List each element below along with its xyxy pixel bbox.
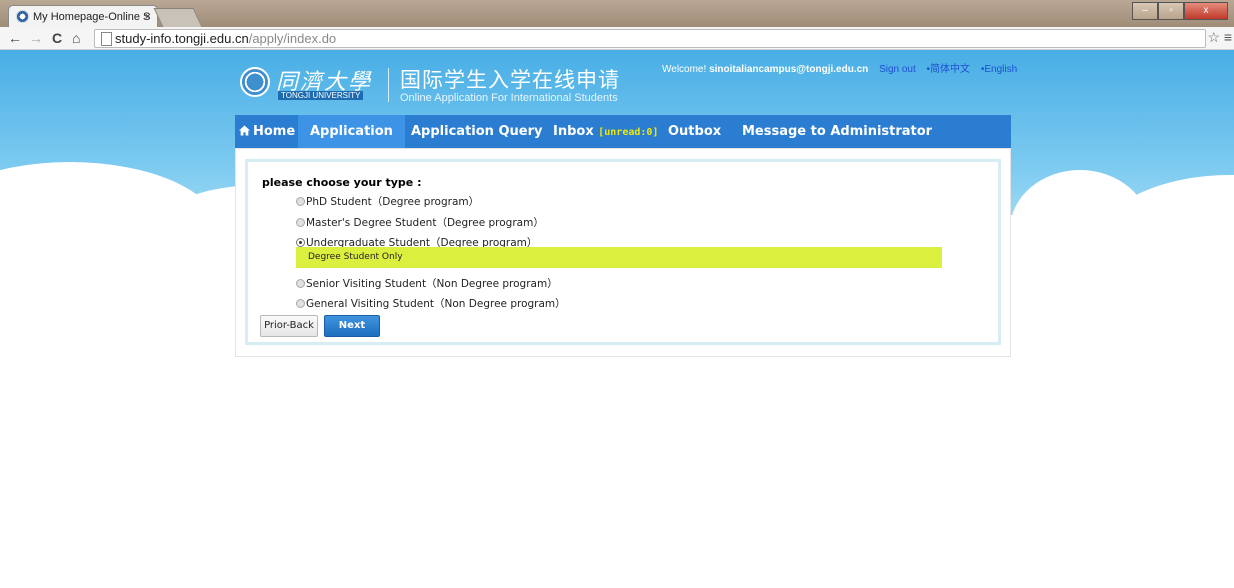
radio-senior-visiting[interactable] bbox=[296, 278, 305, 288]
site-title-english: Online Application For International Stu… bbox=[400, 92, 618, 104]
logo-english: TONGJI UNIVERSITY bbox=[278, 91, 364, 100]
tongji-favicon-icon bbox=[16, 10, 29, 23]
welcome-text: Welcome! bbox=[662, 64, 707, 75]
user-email: sinoitaliancampus@tongji.edu.cn bbox=[709, 64, 869, 75]
nav-application[interactable]: Application bbox=[298, 115, 405, 148]
radio-undergraduate[interactable] bbox=[296, 237, 305, 247]
option-general-visiting-label: General Visiting Student（Non Degree prog… bbox=[306, 298, 566, 310]
bookmark-star-icon[interactable]: ☆ bbox=[1207, 29, 1220, 46]
browser-tab[interactable]: My Homepage-Online S × bbox=[8, 5, 158, 27]
nav-message-admin[interactable]: Message to Administrator bbox=[742, 115, 932, 148]
nav-home-label: Home bbox=[253, 124, 296, 139]
page-content: 同濟大學 TONGJI UNIVERSITY 国际学生入学在线申请 Online… bbox=[0, 50, 1234, 588]
maximize-button[interactable]: ▫ bbox=[1158, 2, 1184, 20]
option-master[interactable]: Master's Degree Student（Degree program） bbox=[296, 214, 544, 232]
minimize-button[interactable]: – bbox=[1132, 2, 1158, 20]
university-seal-icon bbox=[240, 67, 270, 97]
nav-outbox[interactable]: Outbox bbox=[668, 115, 721, 148]
tab-title: My Homepage-Online S bbox=[33, 11, 151, 23]
forward-arrow-icon[interactable]: → bbox=[29, 29, 43, 47]
radio-phd[interactable] bbox=[296, 196, 305, 206]
nav-inbox[interactable]: Inbox [unread:0] bbox=[553, 115, 658, 148]
address-bar[interactable]: study-info.tongji.edu.cn/apply/index.do bbox=[94, 29, 1206, 48]
option-phd[interactable]: PhD Student（Degree program） bbox=[296, 193, 479, 211]
new-tab-button[interactable] bbox=[153, 8, 203, 27]
unread-count: [unread:0] bbox=[598, 127, 659, 138]
url-path: /apply/index.do bbox=[248, 31, 337, 46]
nav-application-query[interactable]: Application Query bbox=[411, 115, 542, 148]
nav-home[interactable]: Home bbox=[239, 115, 295, 148]
lang-english-link[interactable]: •English bbox=[981, 64, 1017, 75]
option-phd-label: PhD Student（Degree program） bbox=[306, 196, 480, 208]
radio-master[interactable] bbox=[296, 217, 305, 227]
radio-general-visiting[interactable] bbox=[296, 298, 305, 308]
application-panel: please choose your type : PhD Student（De… bbox=[235, 148, 1011, 357]
lang-chinese-link[interactable]: •简体中文 bbox=[927, 64, 971, 75]
window-controls: – ▫ x bbox=[1132, 2, 1228, 20]
browser-menu-icon[interactable]: ≡ bbox=[1224, 29, 1232, 45]
option-senior-visiting[interactable]: Senior Visiting Student（Non Degree progr… bbox=[296, 275, 558, 293]
next-button[interactable]: Next bbox=[324, 315, 380, 337]
url-host: study-info.tongji.edu.cn bbox=[115, 31, 249, 46]
reload-icon[interactable]: C bbox=[52, 29, 62, 47]
option-senior-visiting-label: Senior Visiting Student（Non Degree progr… bbox=[306, 278, 558, 290]
close-window-button[interactable]: x bbox=[1184, 2, 1228, 20]
url-text: study-info.tongji.edu.cn/apply/index.do bbox=[115, 30, 336, 47]
question-label: please choose your type : bbox=[262, 176, 422, 189]
back-arrow-icon[interactable]: ← bbox=[8, 29, 22, 47]
site-title-chinese: 国际学生入学在线申请 bbox=[400, 69, 620, 92]
degree-hint: Degree Student Only bbox=[296, 247, 942, 268]
site-branding[interactable]: 同濟大學 TONGJI UNIVERSITY 国际学生入学在线申请 Online… bbox=[240, 64, 640, 108]
nav-inbox-label: Inbox bbox=[553, 124, 594, 139]
brand-divider bbox=[388, 68, 389, 102]
type-form: please choose your type : PhD Student（De… bbox=[245, 159, 1001, 345]
main-nav: Home Application Application Query Inbox… bbox=[235, 115, 1011, 148]
browser-toolbar: ← → C ⌂ study-info.tongji.edu.cn/apply/i… bbox=[0, 27, 1234, 50]
page-icon bbox=[101, 32, 112, 46]
option-general-visiting[interactable]: General Visiting Student（Non Degree prog… bbox=[296, 295, 566, 313]
prior-back-button[interactable]: Prior-Back bbox=[260, 315, 318, 337]
home-icon[interactable]: ⌂ bbox=[72, 29, 80, 47]
tab-close-icon[interactable]: × bbox=[145, 6, 151, 28]
option-master-label: Master's Degree Student（Degree program） bbox=[306, 217, 544, 229]
sign-out-link[interactable]: Sign out bbox=[879, 64, 916, 75]
window-titlebar: My Homepage-Online S × – ▫ x bbox=[0, 0, 1234, 27]
user-bar: Welcome! sinoitaliancampus@tongji.edu.cn… bbox=[662, 60, 1017, 75]
house-icon bbox=[239, 125, 250, 136]
